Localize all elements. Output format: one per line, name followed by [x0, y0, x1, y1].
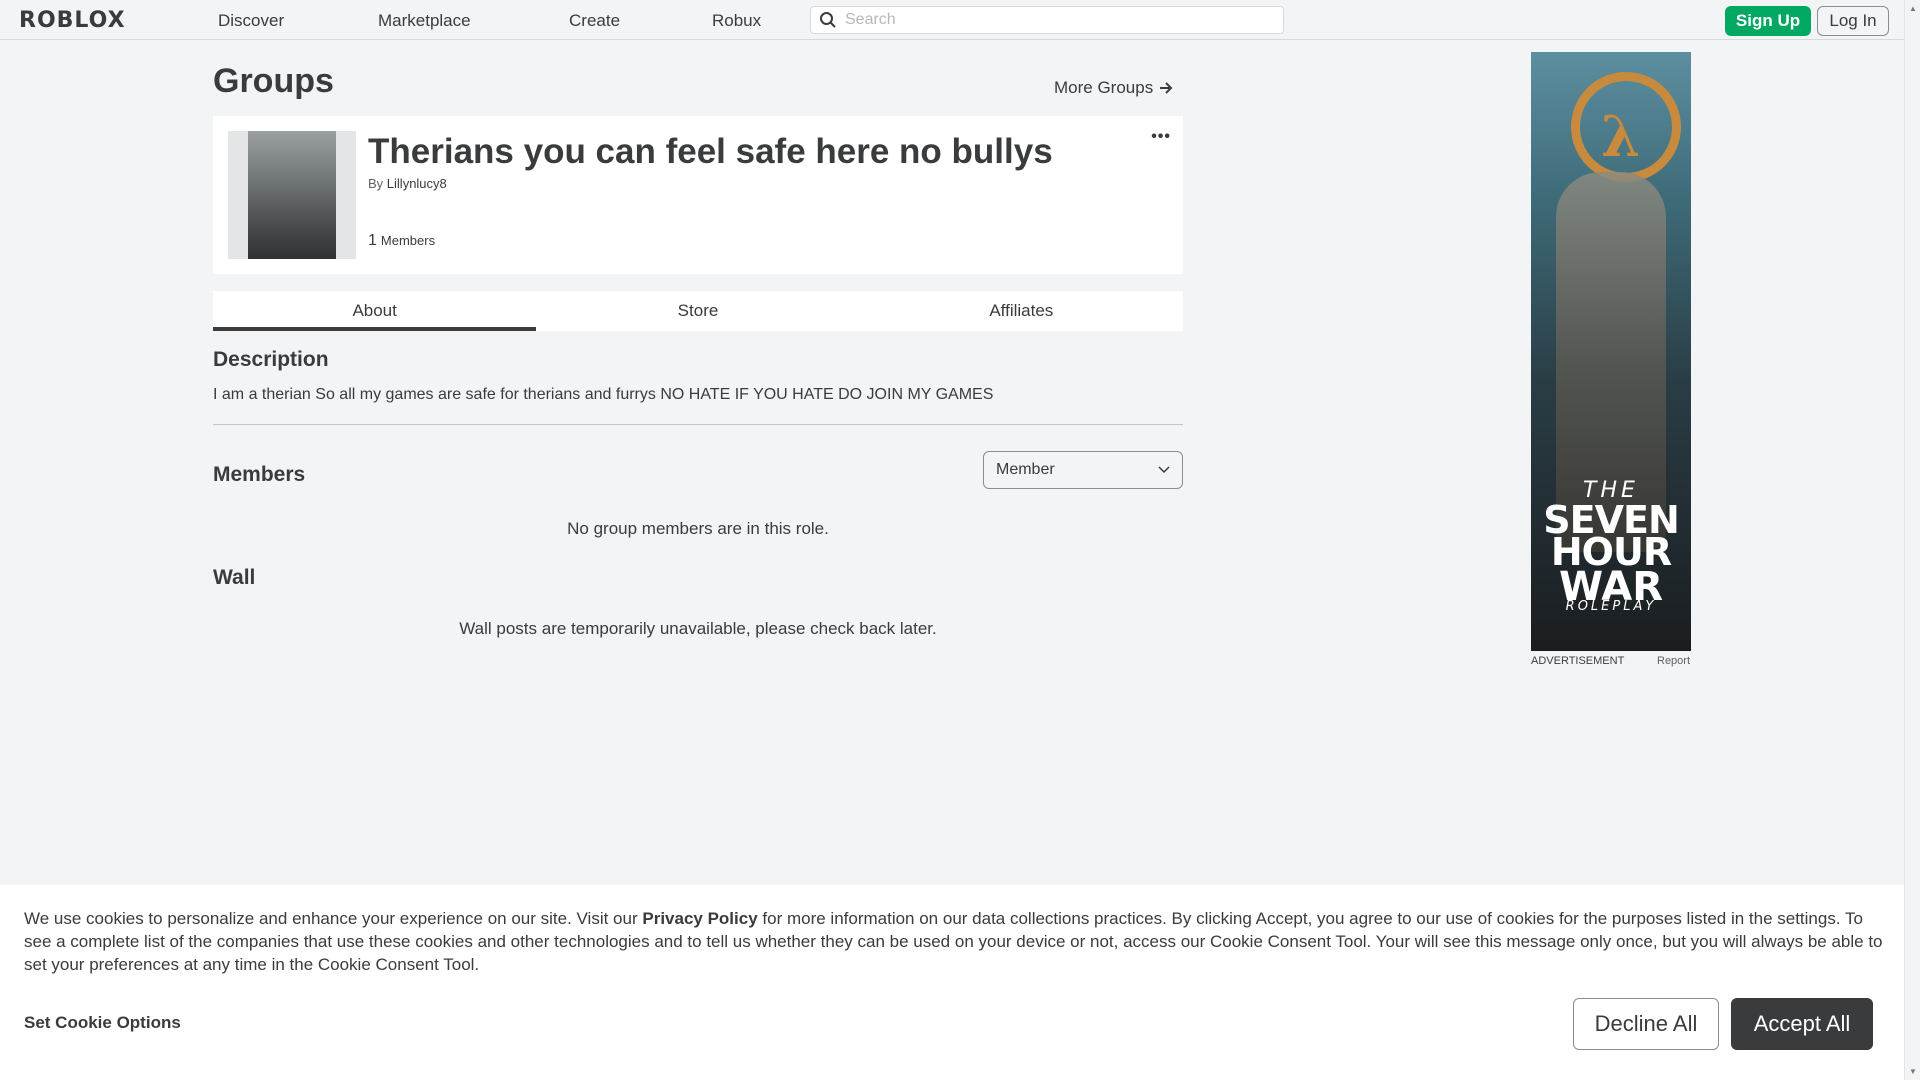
tab-affiliates[interactable]: Affiliates: [860, 291, 1183, 331]
members-empty-message: No group members are in this role.: [567, 519, 829, 538]
page-title: Groups: [213, 62, 334, 100]
cookie-message: We use cookies to personalize and enhanc…: [24, 907, 1884, 976]
nav-marketplace[interactable]: Marketplace: [378, 11, 471, 31]
group-emblem-image: [228, 131, 356, 259]
description-heading: Description: [213, 348, 329, 371]
cookie-text-before: We use cookies to personalize and enhanc…: [24, 909, 643, 928]
nav-create[interactable]: Create: [569, 11, 620, 31]
divider: [213, 424, 1183, 425]
member-count-label: Members: [380, 233, 436, 248]
description-text: I am a therian So all my games are safe …: [213, 386, 994, 403]
ad-report-link[interactable]: Report: [1657, 655, 1690, 667]
set-cookie-options-link[interactable]: Set Cookie Options: [24, 1013, 181, 1033]
accept-all-button[interactable]: Accept All: [1731, 998, 1873, 1050]
group-name: Therians you can feel safe here no bully…: [368, 132, 1053, 171]
group-owner-line: By Lillynlucy8: [368, 176, 447, 191]
role-selected-value: Member: [996, 461, 1055, 478]
tab-about[interactable]: About: [213, 291, 537, 331]
nav-discover[interactable]: Discover: [218, 11, 284, 31]
privacy-policy-link[interactable]: Privacy Policy: [642, 909, 757, 928]
cookie-consent-banner: We use cookies to personalize and enhanc…: [0, 885, 1904, 1080]
group-owner-link[interactable]: Lillynlucy8: [387, 176, 447, 191]
group-header-card: Therians you can feel safe here no bully…: [213, 116, 1183, 274]
advertisement-label: ADVERTISEMENT: [1531, 655, 1625, 667]
group-tabs: About Store Affiliates: [213, 291, 1183, 331]
ellipsis-icon[interactable]: •••: [1151, 128, 1171, 146]
arrow-right-icon: [1160, 82, 1173, 94]
lambda-icon: λ: [1601, 104, 1641, 170]
log-in-button[interactable]: Log In: [1817, 6, 1889, 36]
tab-store[interactable]: Store: [536, 291, 859, 331]
more-groups-link[interactable]: More Groups: [1054, 78, 1173, 98]
vertical-scrollbar[interactable]: ▲ ▼: [1904, 0, 1920, 1080]
decline-all-button[interactable]: Decline All: [1573, 998, 1719, 1050]
group-member-count: 1 Members: [368, 232, 435, 250]
chevron-down-icon: [1158, 466, 1170, 474]
wolf-image: [248, 131, 336, 259]
top-navigation-bar: ROBLOX Discover Marketplace Create Robux…: [0, 0, 1904, 40]
role-dropdown[interactable]: Member: [983, 451, 1183, 489]
search-icon: [820, 12, 836, 28]
advertisement-banner[interactable]: λ THE SEVEN HOUR WAR ROLEPLAY: [1531, 52, 1691, 651]
scroll-up-arrow-icon[interactable]: ▲: [1909, 4, 1917, 13]
sign-up-button[interactable]: Sign Up: [1725, 6, 1811, 36]
search-input[interactable]: [845, 11, 1265, 29]
member-count-number: 1: [368, 232, 377, 249]
wall-heading: Wall: [213, 566, 256, 589]
ad-subtitle: ROLEPLAY: [1565, 599, 1657, 614]
search-box[interactable]: [810, 6, 1284, 34]
scroll-down-arrow-icon[interactable]: ▼: [1909, 1067, 1917, 1076]
by-prefix: By: [368, 176, 384, 191]
nav-robux[interactable]: Robux: [712, 11, 761, 31]
members-heading: Members: [213, 463, 306, 486]
more-groups-label: More Groups: [1054, 78, 1154, 97]
wall-unavailable-message: Wall posts are temporarily unavailable, …: [459, 619, 937, 638]
roblox-logo[interactable]: ROBLOX: [19, 8, 126, 33]
